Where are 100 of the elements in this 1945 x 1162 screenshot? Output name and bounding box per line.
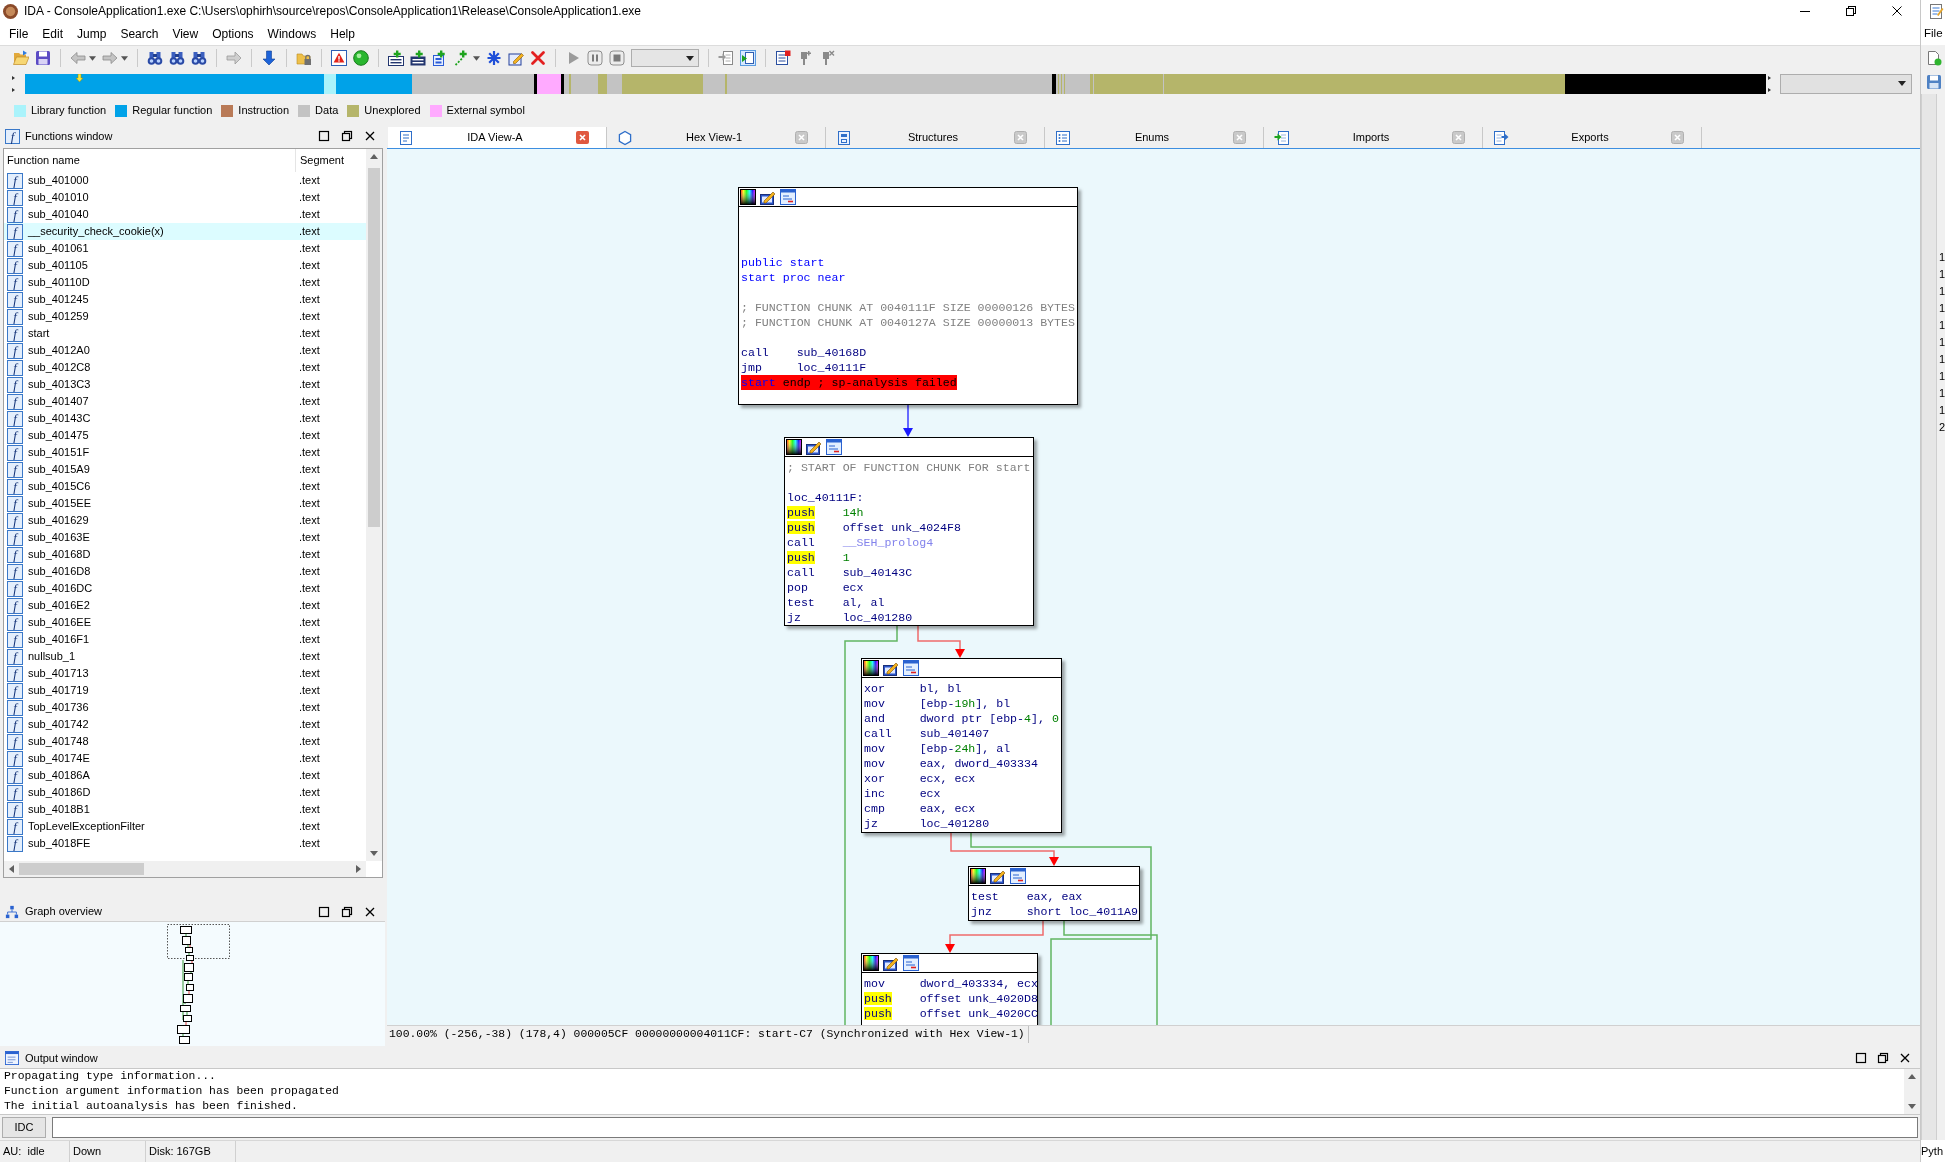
menu-item[interactable]: View (165, 24, 206, 43)
scroll-arrows-icon[interactable] (1768, 74, 1772, 93)
edit-icon[interactable] (508, 50, 524, 66)
code-label[interactable]: loc_40111F: (787, 490, 864, 505)
circle-icon[interactable] (353, 50, 369, 66)
menu-item[interactable]: Jump (70, 24, 114, 43)
vertical-scrollbar[interactable] (366, 149, 382, 861)
float-icon[interactable] (341, 905, 353, 918)
save-icon[interactable] (35, 50, 51, 66)
dropdown-field[interactable] (631, 49, 699, 67)
function-name[interactable]: sub_4013C3 (28, 376, 295, 393)
caret-icon[interactable] (121, 55, 128, 61)
arrow-left-icon[interactable] (9, 865, 14, 873)
menu-item[interactable]: File (1924, 24, 1943, 43)
function-name[interactable]: sub_40168D (28, 546, 295, 563)
function-name[interactable]: sub_4018B1 (28, 801, 295, 818)
function-name[interactable]: sub_4016F1 (28, 631, 295, 648)
folder-lock-icon[interactable] (296, 50, 312, 66)
function-name[interactable]: sub_401748 (28, 733, 295, 750)
function-name[interactable]: sub_40110D (28, 274, 295, 291)
function-name[interactable]: sub_401719 (28, 682, 295, 699)
function-name[interactable]: sub_401000 (28, 172, 295, 189)
function-name[interactable]: sub_4012A0 (28, 342, 295, 359)
new-file-icon[interactable] (1926, 49, 1942, 66)
close-icon[interactable] (364, 130, 376, 142)
dropdown-field[interactable] (1780, 73, 1912, 94)
function-name[interactable]: nullsub_1 (28, 648, 295, 665)
function-name[interactable]: sub_4012C8 (28, 359, 295, 376)
open-folder-icon[interactable] (13, 50, 29, 66)
function-name[interactable]: sub_40174E (28, 750, 295, 767)
function-name[interactable]: sub_401742 (28, 716, 295, 733)
column-header[interactable]: Function name (4, 149, 296, 172)
function-name[interactable]: sub_401259 (28, 308, 295, 325)
function-name[interactable]: TopLevelExceptionFilter (28, 818, 295, 835)
window-icon[interactable] (903, 660, 919, 676)
function-name[interactable]: sub_40163E (28, 529, 295, 546)
function-name[interactable]: sub_4016EE (28, 614, 295, 631)
close-icon[interactable] (364, 905, 376, 918)
window-icon[interactable] (903, 955, 919, 971)
function-name[interactable]: sub_401245 (28, 291, 295, 308)
function-name[interactable]: __security_check_cookie(x) (28, 223, 295, 240)
arrow-down-icon[interactable] (1908, 1104, 1916, 1109)
stop-icon[interactable] (609, 50, 625, 66)
menu-item[interactable]: Edit (35, 24, 71, 43)
menu-item[interactable]: Help (323, 24, 362, 43)
document-arrow-icon[interactable] (718, 50, 734, 66)
menu-item[interactable]: Windows (260, 24, 324, 43)
arrow-down-icon[interactable] (261, 50, 277, 66)
code-plus-icon[interactable] (388, 50, 404, 66)
menu-item[interactable]: Search (113, 24, 166, 43)
navigation-band[interactable] (25, 73, 1766, 94)
document-play-icon[interactable] (740, 50, 756, 66)
data-plus-icon[interactable] (410, 50, 426, 66)
maximize-icon[interactable] (318, 905, 330, 918)
restore-icon[interactable] (1846, 6, 1856, 16)
window-icon[interactable] (826, 439, 842, 455)
function-name[interactable]: sub_401061 (28, 240, 295, 257)
arrow-up-icon[interactable] (370, 154, 378, 159)
function-name[interactable]: sub_4016DC (28, 580, 295, 597)
function-name[interactable]: sub_401010 (28, 189, 295, 206)
function-name[interactable]: sub_401105 (28, 257, 295, 274)
command-input[interactable] (52, 1117, 1918, 1138)
pause-icon[interactable] (587, 50, 603, 66)
function-name[interactable]: sub_40143C (28, 410, 295, 427)
vertical-scrollbar[interactable] (1904, 1069, 1920, 1114)
warning-icon[interactable] (331, 50, 347, 66)
horizontal-scrollbar[interactable] (4, 861, 366, 877)
structure-plus-icon[interactable] (432, 50, 448, 66)
function-name[interactable]: sub_4018FE (28, 835, 295, 852)
palette-icon[interactable] (863, 955, 879, 971)
library-function-row[interactable]: f __security_check_cookie(x) .text (4, 223, 366, 240)
language-button[interactable]: IDC (2, 1117, 46, 1138)
minimize-icon[interactable] (1800, 10, 1810, 12)
menu-item[interactable]: File (2, 24, 36, 43)
function-name[interactable]: sub_401713 (28, 665, 295, 682)
column-header[interactable]: Segment (296, 149, 366, 172)
asterisk-icon[interactable] (486, 50, 502, 66)
maximize-icon[interactable] (318, 130, 330, 142)
function-name[interactable]: sub_4015A9 (28, 461, 295, 478)
binoculars-icon[interactable] (147, 50, 163, 66)
function-name[interactable]: sub_401040 (28, 206, 295, 223)
close-icon[interactable] (1899, 1052, 1911, 1064)
scroll-arrows-icon[interactable] (12, 74, 16, 93)
window-icon[interactable] (1010, 868, 1026, 884)
function-name[interactable]: sub_4015C6 (28, 478, 295, 495)
float-icon[interactable] (1877, 1052, 1889, 1064)
pencil-icon[interactable] (990, 868, 1006, 884)
menu-item[interactable]: Options (205, 24, 261, 43)
tab[interactable]: IDA View-A (388, 127, 607, 148)
arrow-down-icon[interactable] (370, 851, 378, 856)
pencil-icon[interactable] (760, 189, 776, 205)
arrow-up-icon[interactable] (1908, 1074, 1916, 1079)
function-name[interactable]: sub_4015EE (28, 495, 295, 512)
maximize-icon[interactable] (1855, 1052, 1867, 1064)
save-icon[interactable] (1926, 74, 1942, 90)
scroll-thumb[interactable] (368, 168, 380, 527)
float-icon[interactable] (341, 130, 353, 142)
caret-icon[interactable] (89, 55, 96, 61)
pencil-icon[interactable] (806, 439, 822, 455)
cross-icon[interactable] (530, 50, 546, 66)
